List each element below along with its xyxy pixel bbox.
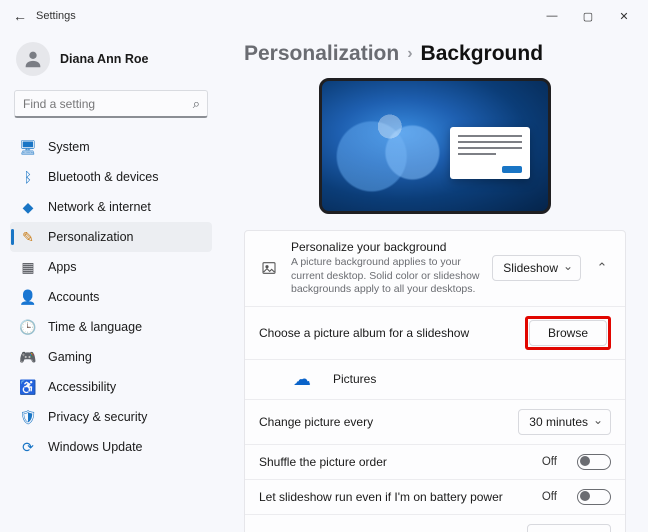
change-label: Change picture every [259,415,506,429]
sidebar-item-privacy-security[interactable]: 🛡 Privacy & security [10,402,212,432]
user-name: Diana Ann Roe [60,52,148,66]
sidebar-item-bluetooth-devices[interactable]: ᛒ Bluetooth & devices [10,162,212,192]
sidebar-item-label: Accessibility [48,380,116,394]
sidebar-item-label: Time & language [48,320,142,334]
picture-icon [259,260,279,276]
sidebar: Diana Ann Roe ⌕ 🖥 System ᛒ Bluetooth & devi… [0,32,222,532]
fit-row: Choose a fit for your desktop image Fill [245,515,625,532]
sidebar-item-windows-update[interactable]: ⟳ Windows Update [10,432,212,462]
shuffle-toggle[interactable] [577,454,611,470]
interval-select[interactable]: 30 minutes [518,409,611,435]
shuffle-label: Shuffle the picture order [259,455,530,469]
search-input[interactable] [14,90,208,118]
sidebar-item-label: Personalization [48,230,133,244]
album-label: Choose a picture album for a slideshow [259,326,513,340]
sidebar-item-label: Accounts [48,290,99,304]
search-icon: ⌕ [193,96,200,112]
shuffle-state: Off [542,456,557,468]
minimize-button[interactable]: — [534,2,570,30]
sidebar-item-label: Gaming [48,350,92,364]
sidebar-item-label: Privacy & security [48,410,147,424]
battery-state: Off [542,491,557,503]
titlebar: ← Settings — ▢ ✕ [0,0,648,32]
window-title: Settings [36,10,76,22]
content: Personalization › Background Personalize… [222,32,648,532]
update-icon: ⟳ [20,439,36,455]
sidebar-item-gaming[interactable]: 🎮 Gaming [10,342,212,372]
sidebar-item-accessibility[interactable]: ♿ Accessibility [10,372,212,402]
change-interval-row: Change picture every 30 minutes [245,400,625,445]
sidebar-item-label: System [48,140,90,154]
time-language-icon: 🕒 [20,319,36,335]
apps-icon: ▦ [20,259,36,275]
cloud-icon: ☁ [293,369,311,390]
album-row: Choose a picture album for a slideshow B… [245,307,625,360]
network-icon: ◆ [20,199,36,215]
browse-button[interactable]: Browse [529,320,607,346]
bluetooth-icon: ᛒ [20,169,36,185]
user-row[interactable]: Diana Ann Roe [10,38,212,88]
back-button[interactable]: ← [6,8,34,24]
personalize-row[interactable]: Personalize your background A picture ba… [245,231,625,307]
sidebar-item-network-internet[interactable]: ◆ Network & internet [10,192,212,222]
sidebar-item-label: Bluetooth & devices [48,170,159,184]
battery-label: Let slideshow run even if I'm on battery… [259,490,530,504]
background-type-select[interactable]: Slideshow [492,255,581,281]
privacy-icon: 🛡 [20,409,36,425]
highlight-box: Browse [525,316,611,350]
pictures-row[interactable]: ☁ Pictures [245,360,625,400]
close-button[interactable]: ✕ [606,2,642,30]
personalize-title: Personalize your background [291,240,480,254]
sidebar-item-accounts[interactable]: 👤 Accounts [10,282,212,312]
settings-panel: Personalize your background A picture ba… [244,230,626,532]
breadcrumb-parent[interactable]: Personalization [244,42,399,66]
nav-list: 🖥 System ᛒ Bluetooth & devices ◆ Network & in… [10,132,212,462]
system-icon: 🖥 [20,139,36,155]
maximize-button[interactable]: ▢ [570,2,606,30]
accessibility-icon: ♿ [20,379,36,395]
breadcrumb: Personalization › Background [244,42,626,66]
avatar [16,42,50,76]
battery-row: Let slideshow run even if I'm on battery… [245,480,625,515]
personalize-sub: A picture background applies to your cur… [291,256,480,297]
gaming-icon: 🎮 [20,349,36,365]
shuffle-row: Shuffle the picture order Off [245,445,625,480]
pictures-label: Pictures [333,372,376,386]
accounts-icon: 👤 [20,289,36,305]
sidebar-item-system[interactable]: 🖥 System [10,132,212,162]
chevron-right-icon: › [407,45,412,63]
breadcrumb-current: Background [421,42,544,66]
sidebar-item-time-language[interactable]: 🕒 Time & language [10,312,212,342]
sidebar-item-apps[interactable]: ▦ Apps [10,252,212,282]
battery-toggle[interactable] [577,489,611,505]
personalization-icon: ✎ [20,229,36,245]
desktop-preview [319,78,551,214]
sidebar-item-label: Apps [48,260,77,274]
sidebar-item-label: Windows Update [48,440,143,454]
chevron-up-icon[interactable]: ⌃ [593,260,611,276]
sidebar-item-personalization[interactable]: ✎ Personalization [10,222,212,252]
fit-select[interactable]: Fill [527,524,611,532]
sidebar-item-label: Network & internet [48,200,151,214]
